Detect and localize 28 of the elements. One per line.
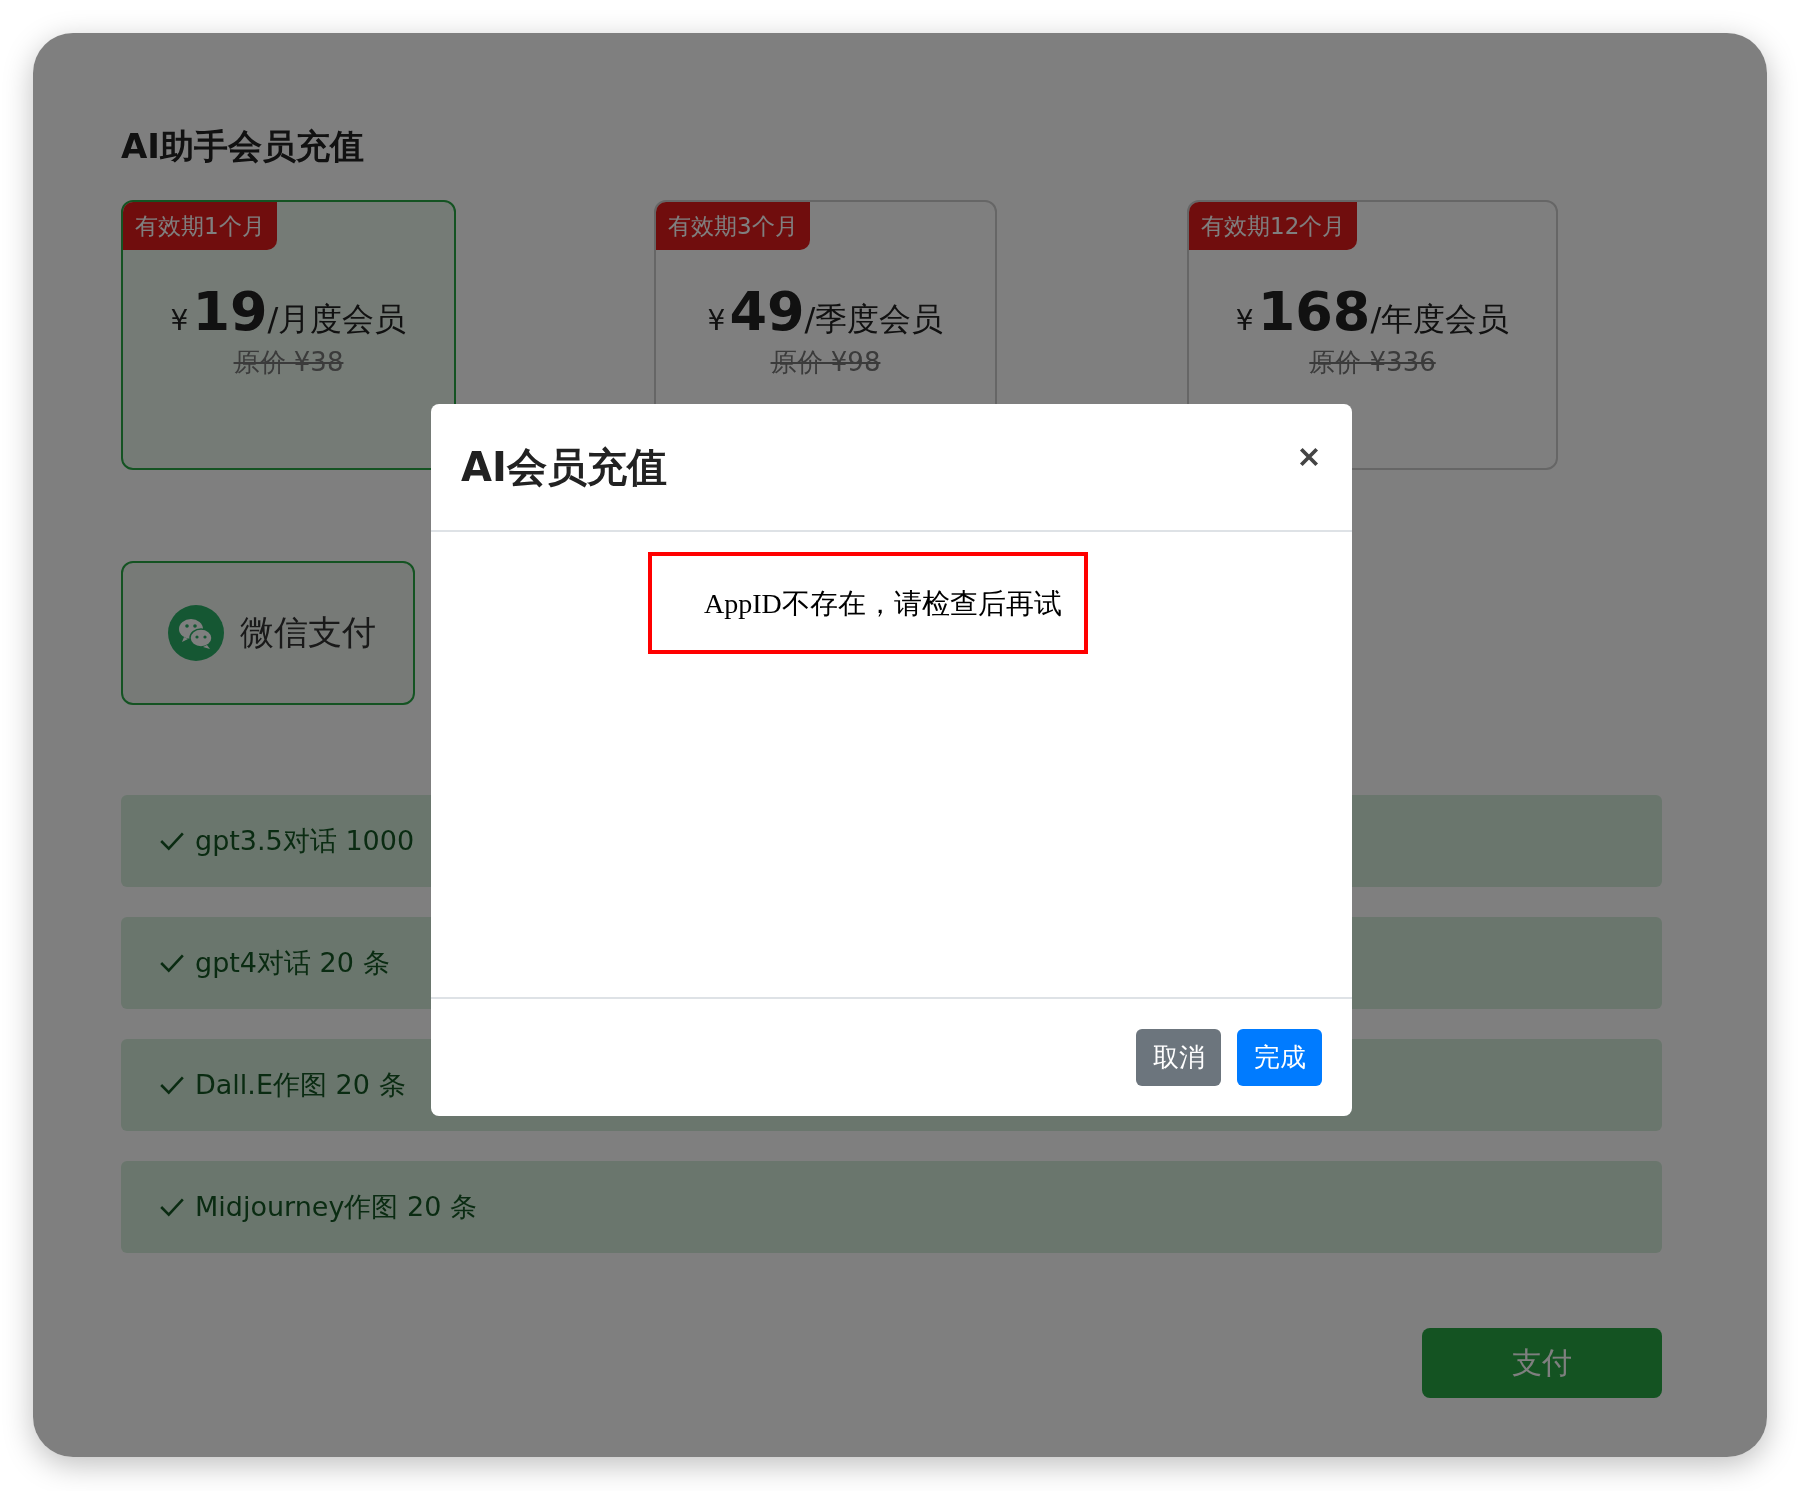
validity-badge: 有效期1个月 — [123, 202, 277, 250]
validity-badge: 有效期12个月 — [1189, 202, 1358, 250]
plan-name: /月度会员 — [267, 300, 407, 340]
plan-name: /季度会员 — [804, 300, 944, 340]
plan-card[interactable]: 有效期1个月 ¥19/月度会员 原价 ¥38 — [121, 200, 456, 470]
currency-symbol: ¥ — [1235, 304, 1254, 337]
currency-symbol: ¥ — [707, 304, 726, 337]
confirm-button[interactable]: 完成 — [1237, 1029, 1322, 1086]
price: 168 — [1257, 280, 1371, 343]
price: 19 — [192, 280, 268, 343]
validity-badge: 有效期3个月 — [656, 202, 810, 250]
close-icon[interactable] — [1298, 446, 1320, 468]
plan-name: /年度会员 — [1370, 300, 1510, 340]
original-price: 原价 ¥98 — [770, 346, 881, 379]
original-price: 原价 ¥38 — [233, 346, 344, 379]
feature-text: gpt4对话 20 条 — [195, 946, 390, 980]
feature-text: Midjourney作图 20 条 — [195, 1190, 477, 1224]
pay-button[interactable]: 支付 — [1422, 1328, 1662, 1398]
cancel-button[interactable]: 取消 — [1136, 1029, 1221, 1086]
page-title: AI助手会员充值 — [121, 125, 365, 167]
chat-bubbles-icon — [168, 605, 224, 661]
feature-text: gpt3.5对话 1000 — [195, 824, 415, 858]
price: 49 — [729, 280, 805, 343]
original-price: 原价 ¥336 — [1309, 346, 1436, 379]
currency-symbol: ¥ — [170, 304, 189, 337]
error-message: AppID不存在，请检查后再试 — [648, 552, 1088, 654]
feature-text: Dall.E作图 20 条 — [195, 1068, 406, 1102]
payment-method[interactable]: 微信支付 — [121, 561, 415, 705]
